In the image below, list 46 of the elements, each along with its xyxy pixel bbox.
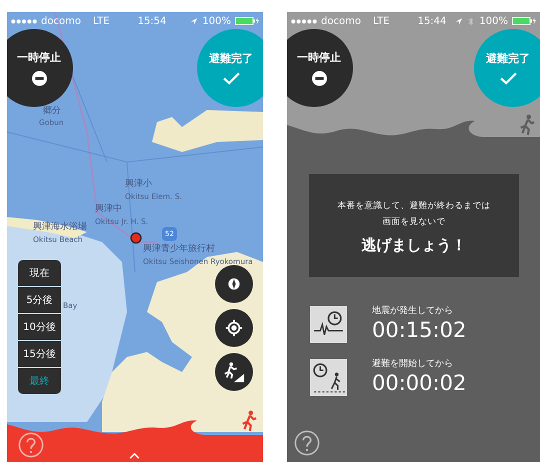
map-label: 興津小: [125, 180, 152, 189]
seismograph-clock-icon: [310, 306, 347, 343]
carrier-name: docomo: [41, 16, 81, 26]
map-label: 郷分: [43, 107, 61, 116]
time-option[interactable]: 最終: [18, 368, 61, 394]
battery-icon: [235, 17, 259, 25]
walker-icon: [518, 114, 536, 136]
time-option[interactable]: 15分後: [18, 341, 61, 367]
battery-percent: 100%: [202, 16, 231, 26]
minus-icon: [312, 71, 326, 86]
timer-label: 避難を開始してから: [372, 358, 454, 370]
message-text: 本番を意識して、避難が終わるまでは: [338, 200, 490, 213]
timer-value: 00:00:02: [372, 370, 466, 396]
battery-icon: [512, 17, 536, 25]
chevron-up-icon[interactable]: [129, 453, 140, 459]
help-icon[interactable]: [294, 430, 320, 456]
message-headline: 逃げましょう！: [362, 236, 466, 255]
timer-label: 地震が発生してから: [372, 304, 454, 317]
bluetooth-icon: [467, 16, 476, 26]
location-pin-icon: [130, 232, 142, 244]
compass-icon: [227, 277, 241, 291]
map-label: 興津中: [95, 205, 122, 214]
status-time: 15:44: [418, 16, 446, 26]
timer-value: 00:15:02: [372, 317, 466, 343]
time-option[interactable]: 現在: [18, 260, 61, 286]
crosshair-icon: [225, 319, 243, 337]
network-type: LTE: [372, 16, 390, 26]
signal-icon: [291, 18, 317, 24]
location-arrow-icon: [455, 16, 464, 26]
map-label: 興津青少年旅行村: [143, 245, 215, 254]
location-arrow-icon: [190, 16, 198, 26]
network-type: LTE: [92, 16, 110, 26]
minus-icon: [32, 71, 46, 86]
battery-percent: 100%: [479, 16, 508, 26]
status-time: 15:54: [138, 16, 166, 26]
clock-walker-icon: [310, 359, 347, 396]
time-option[interactable]: 5分後: [18, 287, 61, 313]
checkmark-icon: [222, 72, 240, 85]
carrier-name: docomo: [321, 16, 361, 26]
checkmark-icon: [500, 72, 516, 85]
runner-icon: [240, 410, 258, 432]
message-text: 画面を見ないで: [382, 216, 446, 229]
time-option[interactable]: 10分後: [18, 314, 61, 340]
pause-button[interactable]: 一時停止: [287, 29, 353, 107]
runner-on-slope-icon: [223, 361, 245, 383]
signal-icon: [11, 18, 37, 24]
